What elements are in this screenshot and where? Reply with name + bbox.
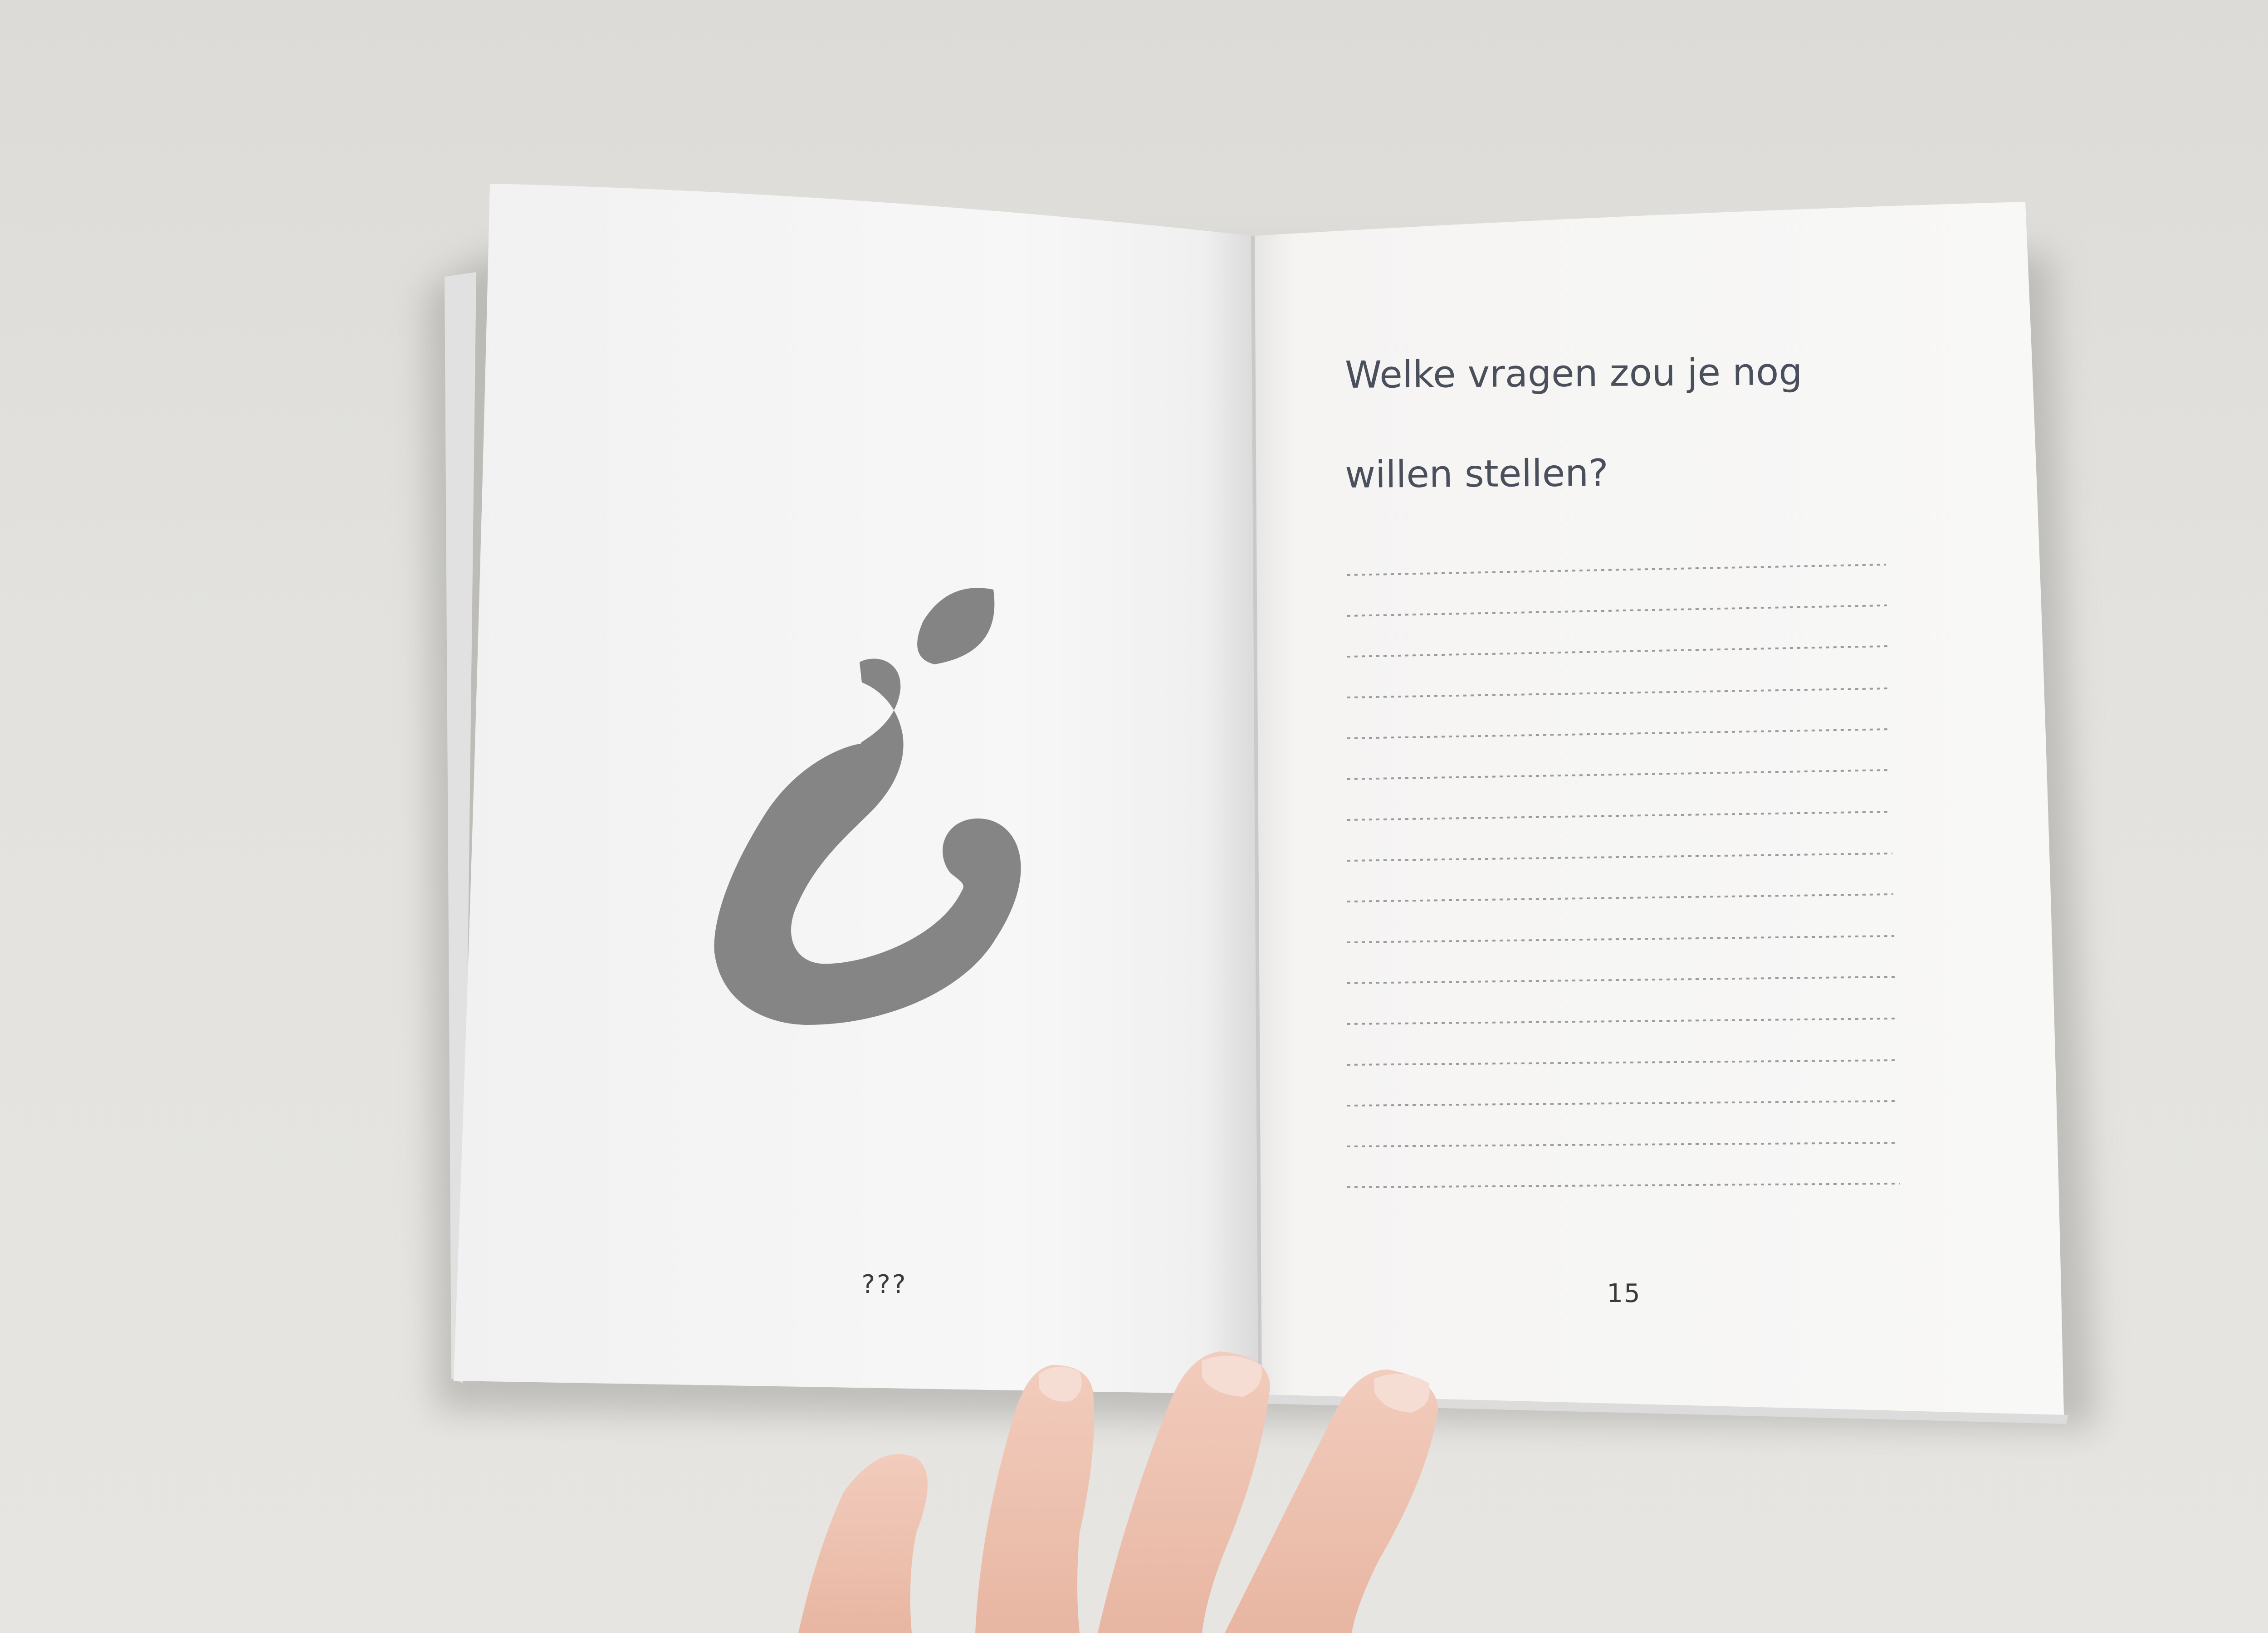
question-line-1: Welke vragen zou je nog — [1344, 350, 1803, 397]
photo-scene — [426, 184, 2096, 1633]
left-page-number: ??? — [861, 1270, 908, 1299]
right-page-number: 15 — [1607, 1279, 1641, 1308]
question-line-2: willen stellen? — [1344, 451, 1609, 497]
